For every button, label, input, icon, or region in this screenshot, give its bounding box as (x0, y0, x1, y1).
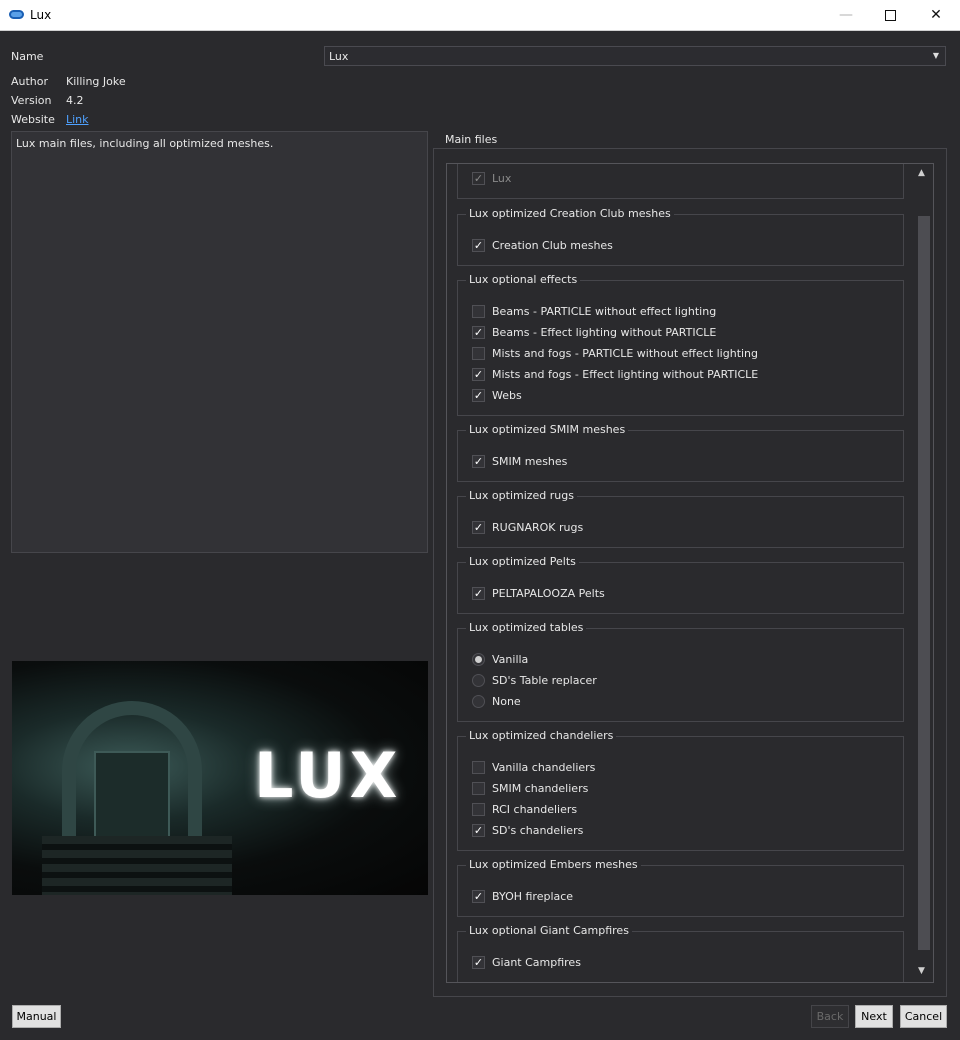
main-files-title: Main files (443, 133, 500, 146)
app-icon (9, 10, 24, 19)
checkbox-checked[interactable]: ✓ (472, 239, 485, 252)
option-group-title: Lux optimized rugs (466, 489, 577, 502)
checkbox-checked[interactable]: ✓ (472, 587, 485, 600)
radio-button[interactable] (472, 653, 485, 666)
website-label: Website (11, 113, 55, 126)
checkbox-checked[interactable]: ✓ (472, 326, 485, 339)
checkbox-checked[interactable]: ✓ (472, 824, 485, 837)
option-group: Lux optimized rugs ✓ RUGNAROK rugs (457, 489, 904, 548)
option-label: Beams - Effect lighting without PARTICLE (492, 326, 717, 339)
option-group: Lux optional effects Beams - PARTICLE wit… (457, 273, 904, 416)
option-group-title: Lux optimized SMIM meshes (466, 423, 629, 436)
option-group: Lux optimized Pelts ✓ PELTAPALOOZA Pelts (457, 555, 904, 614)
name-dropdown-value: Lux (329, 50, 349, 63)
option-group: Lux optimized Creation Club meshes ✓ Creat… (457, 207, 904, 266)
version-label: Version (11, 94, 52, 107)
option-group: Lux optimized tables Vanilla SD's Table re… (457, 621, 904, 722)
option-label: Webs (492, 389, 522, 402)
option-group: Lux optimized SMIM meshes ✓ SMIM meshes (457, 423, 904, 482)
option-label: Creation Club meshes (492, 239, 613, 252)
option-group: Lux optimized Embers meshes ✓ BYOH firepla… (457, 858, 904, 917)
option-label: Beams - PARTICLE without effect lighting (492, 305, 717, 318)
option-group: Lux optional Giant Campfires ✓ Giant Campf… (457, 924, 904, 982)
author-value: Killing Joke (66, 75, 126, 88)
title-bar: Lux — ✕ (0, 0, 960, 31)
option-label: Mists and fogs - PARTICLE without effect… (492, 347, 759, 360)
option-label: Giant Campfires (492, 956, 581, 969)
option-group-title: Lux optional effects (466, 273, 581, 286)
maximize-icon (884, 9, 896, 21)
checkbox-checked[interactable]: ✓ (472, 890, 485, 903)
checkbox-checked[interactable]: ✓ (472, 368, 485, 381)
preview-image: LUX (12, 661, 428, 895)
checkbox-unchecked[interactable] (472, 782, 485, 795)
lux-logo: LUX (254, 739, 402, 812)
chevron-down-icon: ▼ (932, 51, 939, 60)
name-dropdown[interactable]: Lux ▼ (324, 46, 946, 66)
option-group-title: Lux optional Giant Campfires (466, 924, 632, 937)
option-label: BYOH fireplace (492, 890, 574, 903)
option-label: Lux (492, 172, 512, 185)
preview-stairs (42, 836, 232, 895)
name-label: Name (11, 50, 44, 63)
description-box[interactable]: Lux main files, including all optimized … (11, 131, 428, 553)
option-label: Vanilla (492, 653, 529, 666)
back-button[interactable]: Back (811, 1005, 849, 1028)
radio-button[interactable] (472, 674, 485, 687)
radio-button[interactable] (472, 695, 485, 708)
option-label: SD's chandeliers (492, 824, 584, 837)
vertical-scrollbar[interactable]: ▲ ▼ (915, 164, 933, 982)
checkbox-checked: ✓ (472, 172, 485, 185)
option-group-title: Lux optimized Creation Club meshes (466, 207, 674, 220)
window-title: Lux (30, 8, 52, 22)
checkbox-unchecked[interactable] (472, 305, 485, 318)
close-button[interactable]: ✕ (913, 0, 959, 30)
scroll-down-icon[interactable]: ▼ (918, 966, 925, 976)
scroll-up-icon[interactable]: ▲ (918, 168, 925, 178)
checkbox-checked[interactable]: ✓ (472, 521, 485, 534)
description-text: Lux main files, including all optimized … (16, 137, 274, 150)
option-label: PELTAPALOOZA Pelts (492, 587, 605, 600)
option-group-title: Lux optimized chandeliers (466, 729, 617, 742)
option-label: RCI chandeliers (492, 803, 578, 816)
option-label: None (492, 695, 521, 708)
option-label: RUGNAROK rugs (492, 521, 584, 534)
checkbox-unchecked[interactable] (472, 761, 485, 774)
option-label: Vanilla chandeliers (492, 761, 596, 774)
checkbox-unchecked[interactable] (472, 347, 485, 360)
cancel-button[interactable]: Cancel (900, 1005, 947, 1028)
author-label: Author (11, 75, 49, 88)
website-link[interactable]: Link (66, 113, 89, 126)
option-group-title: Lux optimized Embers meshes (466, 858, 641, 871)
checkbox-checked[interactable]: ✓ (472, 956, 485, 969)
option-group-title: Lux optimized Pelts (466, 555, 579, 568)
option-label: SMIM chandeliers (492, 782, 589, 795)
manual-button[interactable]: Manual (12, 1005, 61, 1028)
option-label: Mists and fogs - Effect lighting without… (492, 368, 759, 381)
maximize-button[interactable] (867, 0, 913, 30)
checkbox-checked[interactable]: ✓ (472, 455, 485, 468)
version-value: 4.2 (66, 94, 84, 107)
checkbox-unchecked[interactable] (472, 803, 485, 816)
scroll-thumb[interactable] (918, 216, 930, 950)
option-group-title: Lux optimized tables (466, 621, 587, 634)
option-group: ✓ Lux (457, 164, 904, 199)
next-button[interactable]: Next (855, 1005, 893, 1028)
option-label: SD's Table replacer (492, 674, 597, 687)
minimize-button[interactable]: — (823, 0, 869, 30)
option-group: Lux optimized chandeliers Vanilla chandel… (457, 729, 904, 851)
option-label: SMIM meshes (492, 455, 568, 468)
checkbox-checked[interactable]: ✓ (472, 389, 485, 402)
